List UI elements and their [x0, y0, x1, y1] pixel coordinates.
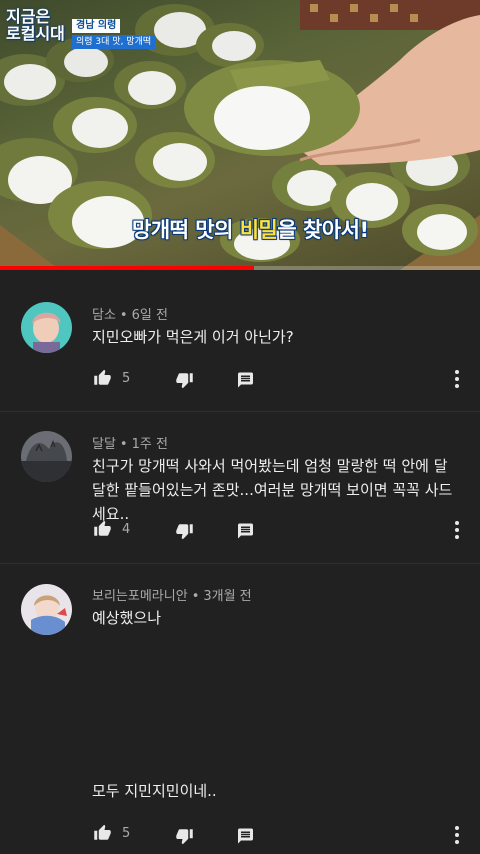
meta-separator: •	[119, 437, 128, 452]
dislike-button[interactable]	[175, 520, 194, 542]
like-button[interactable]: 5	[93, 822, 130, 844]
caption-part2: 을 찾아서!	[277, 218, 369, 242]
comment-author[interactable]: 보리는포메라니안	[92, 589, 188, 604]
show-logo: 지금은 로컬시대	[6, 8, 65, 42]
thumbs-up-icon	[94, 520, 111, 536]
comment-text-line1: 예상했으나	[92, 609, 162, 627]
comment: 담소 • 6일 전 지민오빠가 먹은게 이거 아닌가? 5	[0, 270, 480, 411]
comment-meta: 보리는포메라니안 • 3개월 전	[92, 585, 252, 604]
comment-meta: 달달 • 1주 전	[92, 433, 168, 452]
caption-highlight: 비밀	[239, 218, 278, 242]
reply-button[interactable]	[236, 825, 255, 847]
like-count: 5	[122, 825, 131, 841]
comment-menu-button[interactable]	[451, 368, 463, 390]
caption-part1: 망개떡 맛의	[132, 218, 240, 242]
reply-button[interactable]	[236, 369, 255, 391]
meta-separator: •	[119, 308, 128, 323]
avatar[interactable]	[21, 584, 72, 635]
like-button[interactable]: 4	[93, 518, 130, 540]
avatar[interactable]	[21, 302, 72, 353]
meta-separator: •	[191, 589, 200, 604]
show-logo-line1: 지금은	[6, 7, 51, 26]
comment-menu-button[interactable]	[451, 519, 463, 541]
video-player[interactable]: 지금은 로컬시대 경남 의령 의령 3대 맛, 망개떡 망개떡 맛의 비밀을 찾…	[0, 0, 480, 270]
comment-author[interactable]: 달달	[92, 437, 116, 452]
thumbs-up-icon	[94, 824, 111, 840]
comment-time[interactable]: 3개월 전	[203, 589, 251, 604]
thumbs-up-icon	[94, 369, 111, 385]
video-caption: 망개떡 맛의 비밀을 찾아서!	[132, 214, 369, 244]
more-vert-icon	[455, 370, 459, 388]
subtitle-tag: 의령 3대 맛, 망개떡	[72, 35, 156, 49]
comment: 달달 • 1주 전 친구가 망개떡 사와서 먹어봤는데 엄청 말랑한 떡 안에 달달…	[0, 412, 480, 563]
comment-time[interactable]: 1주 전	[132, 437, 168, 452]
reply-icon	[238, 828, 253, 844]
more-vert-icon	[455, 521, 459, 539]
location-tag: 경남 의령	[72, 19, 121, 33]
dislike-button[interactable]	[175, 825, 194, 847]
comment-text: 친구가 망개떡 사와서 먹어봤는데 엄청 말랑한 떡 안에 달달한 팥들어있는거…	[92, 457, 453, 523]
avatar[interactable]	[21, 431, 72, 482]
more-vert-icon	[455, 826, 459, 844]
comment: 보리는포메라니안 • 3개월 전 예상했으나 모두 지민지민이네.. 5	[0, 564, 480, 854]
comment-text: 지민오빠가 먹은게 이거 아닌가?	[92, 328, 294, 346]
thumbs-down-icon	[176, 524, 193, 540]
comment-text-line2: 모두 지민지민이네..	[92, 782, 217, 800]
reply-button[interactable]	[236, 520, 255, 542]
like-count: 4	[122, 521, 131, 537]
show-logo-line2: 로컬시대	[6, 24, 65, 43]
dislike-button[interactable]	[175, 369, 194, 391]
comment-meta: 담소 • 6일 전	[92, 304, 168, 323]
comment-author[interactable]: 담소	[92, 308, 116, 323]
reply-icon	[238, 523, 253, 539]
like-button[interactable]: 5	[93, 367, 130, 389]
thumbs-down-icon	[176, 829, 193, 845]
reply-icon	[238, 372, 253, 388]
comment-menu-button[interactable]	[451, 824, 463, 846]
comment-time[interactable]: 6일 전	[132, 308, 168, 323]
thumbs-down-icon	[176, 373, 193, 389]
like-count: 5	[122, 370, 131, 386]
